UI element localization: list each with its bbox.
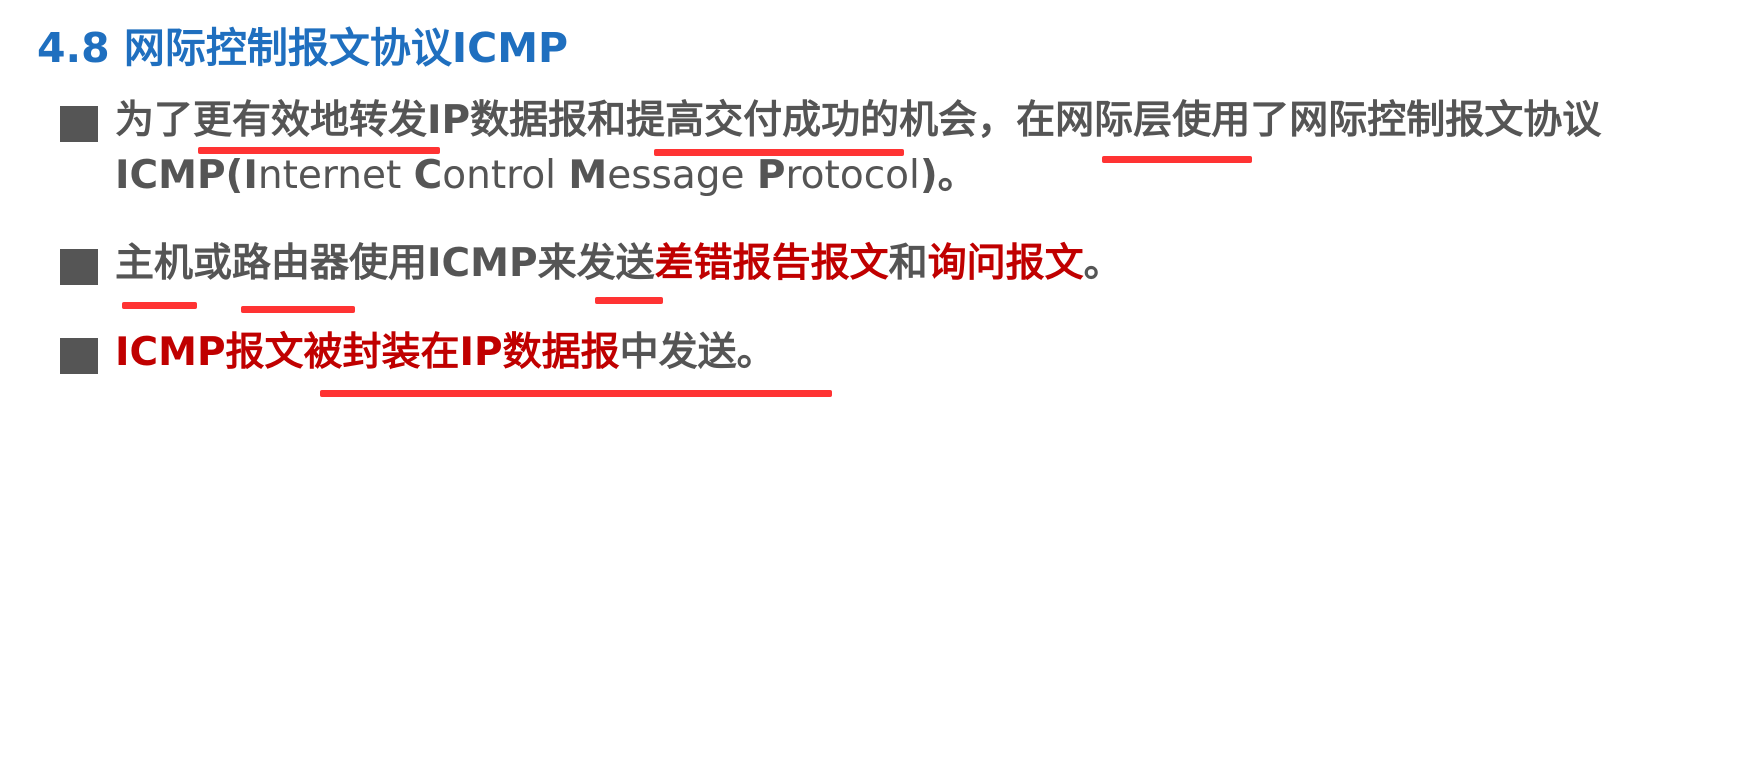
- text-span: ontrol: [442, 153, 569, 198]
- underline-mark: [654, 149, 904, 156]
- text-span: 更有效地转发: [193, 98, 428, 143]
- text-span: 或: [193, 241, 233, 286]
- underline-mark: [595, 297, 663, 304]
- bullet-square: [60, 338, 98, 374]
- text-span: 路由器: [232, 241, 350, 286]
- bullet-square: [60, 249, 98, 285]
- bullet-1-line-1: 为了更有效地转发IP数据报和提高交付成功的机会，在网际层使用了网际控制报文协议: [115, 98, 1602, 144]
- underline-mark: [122, 302, 197, 309]
- text-span: ICMP报文: [115, 330, 304, 375]
- bullet-3-line: ICMP报文被封装在IP数据报中发送。: [115, 330, 776, 376]
- text-span: 中发送。: [619, 330, 776, 375]
- text-span: C: [413, 153, 443, 198]
- text-span: 使用了网际控制报文协议: [1172, 98, 1602, 143]
- underline-mark: [320, 390, 832, 397]
- text-span: 提高交付成功: [626, 98, 861, 143]
- text-span: 询问报文: [927, 241, 1084, 286]
- text-span: 。: [1083, 241, 1123, 286]
- underline-mark: [1102, 156, 1252, 163]
- text-span: nternet: [257, 153, 414, 198]
- text-span: 主机: [115, 241, 194, 286]
- text-span: 被封装在IP数据报: [303, 330, 620, 375]
- text-span: 为了: [115, 98, 194, 143]
- bullet-1-line-2: ICMP(Internet Control Message Protocol)。: [115, 153, 977, 199]
- text-span: IP数据报和: [427, 98, 627, 143]
- text-span: 差错报告报文: [654, 241, 889, 286]
- text-span: I: [243, 153, 258, 198]
- text-span: rotocol: [785, 153, 920, 198]
- underline-mark: [241, 306, 355, 313]
- text-span: P: [756, 153, 786, 198]
- page-title: 4.8 网际控制报文协议ICMP: [37, 24, 569, 72]
- bullet-square: [60, 106, 98, 142]
- text-span: )。: [919, 153, 977, 198]
- text-span: 发送: [576, 241, 655, 286]
- text-span: 网际层: [1055, 98, 1173, 143]
- bullet-2-line: 主机或路由器使用ICMP来发送差错报告报文和询问报文。: [115, 241, 1123, 287]
- text-span: M: [568, 153, 608, 198]
- text-span: 的机会，在: [860, 98, 1056, 143]
- text-span: 使用ICMP来: [349, 241, 577, 286]
- underline-mark: [198, 147, 440, 154]
- text-span: 和: [888, 241, 928, 286]
- text-span: essage: [607, 153, 757, 198]
- text-span: ICMP(: [115, 153, 244, 198]
